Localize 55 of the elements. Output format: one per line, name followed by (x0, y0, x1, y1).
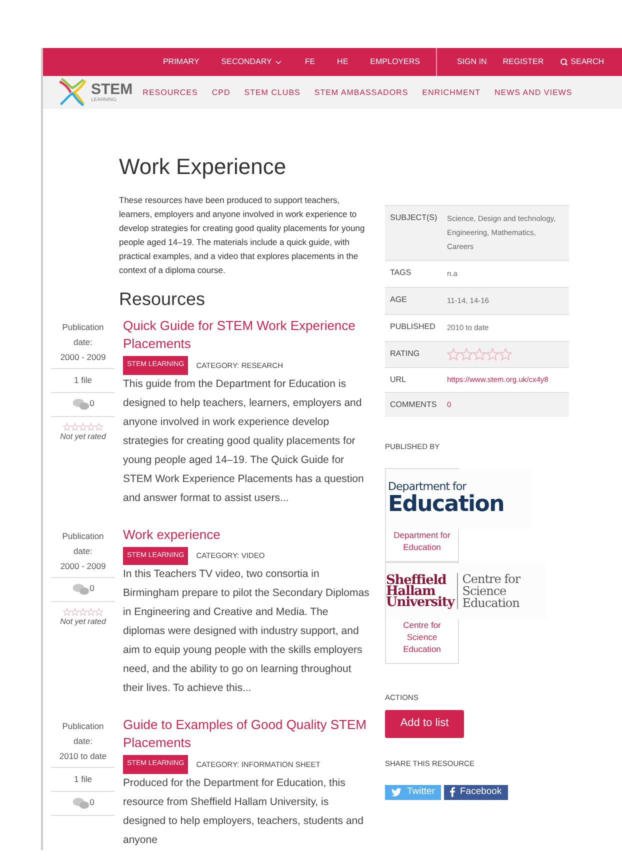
comments-icon (72, 796, 90, 810)
file-count: 1 file (74, 773, 92, 786)
resource-title[interactable]: Work experience (123, 526, 373, 544)
bird-icon (391, 788, 402, 797)
resource-title[interactable]: Guide to Examples of Good Quality STEM Placements (123, 716, 373, 752)
file-count: 1 file (74, 374, 92, 387)
publication-date: 2000 - 2009 (59, 351, 107, 364)
detail-label: RATING (390, 348, 421, 360)
detail-label: TAGS (390, 267, 412, 279)
logo-icon (57, 77, 88, 108)
publication-date-label: Publication date: (61, 720, 105, 748)
comment-count: 0 (90, 582, 94, 592)
top-nav-link[interactable]: SECONDARY (221, 56, 283, 68)
search-link[interactable]: SEARCH (560, 56, 604, 68)
resources-heading: Resources (119, 288, 206, 311)
comment-count: 0 (90, 398, 94, 408)
resource-description: In this Teachers TV video, two consortia in Birmingham prepare to pilot the Secondary Diplomas in Engineering and Creative and Media. The diplomas were designed with industry support, and aim to equip young people with the skills employers need, and the ability to go on learning throughout their lives. To achieve this... (123, 567, 370, 696)
account-link[interactable]: REGISTER (502, 56, 544, 68)
account-link[interactable]: SIGN IN (456, 56, 487, 68)
main-nav-link[interactable]: STEM AMBASSADORS (314, 86, 408, 98)
detail-label: SUBJECT(S) (390, 212, 438, 224)
rating-text: Not yet rated (60, 430, 106, 443)
search-icon (560, 58, 568, 66)
detail-label: AGE (390, 294, 408, 306)
page-title: Work Experience (119, 153, 288, 181)
f-logo-icon (450, 787, 455, 798)
comments-icon (72, 582, 90, 596)
publisher-link[interactable]: Department for Education (386, 529, 458, 554)
main-nav-link[interactable]: CPD (212, 86, 230, 98)
logo-text: STEM (91, 82, 133, 97)
main-nav-link[interactable]: NEWS AND VIEWS (494, 86, 572, 98)
top-nav-link[interactable]: EMPLOYERS (370, 56, 420, 68)
resource-description: Produced for the Department for Education, this resource from Sheffield Hallam University, is designed to help employers, teachers, students and anyone (123, 776, 364, 848)
detail-label: URL (390, 374, 408, 386)
detail-label: COMMENTS (390, 399, 438, 411)
resource-description: This guide from the Department for Education is designed to help teachers, learners, employers and anyone involved in work experience develop strategies for creating good quality placements for young people aged 14–19. The Quick Guide for STEM Work Experience Placements has a question and answer format to assist users... (123, 376, 365, 506)
publication-date-label: Publication date: (61, 321, 105, 349)
main-nav-link[interactable]: RESOURCES (142, 86, 198, 98)
share-button[interactable]: Facebook (444, 784, 508, 800)
publication-date: 2000 - 2009 (59, 560, 107, 572)
top-nav-link[interactable]: FE (304, 56, 316, 68)
publication-date-label: Publication date: (61, 530, 105, 558)
detail-label: PUBLISHED (390, 321, 436, 333)
comments-icon (72, 398, 90, 411)
top-nav-link[interactable]: HE (337, 56, 348, 68)
main-nav-link[interactable]: STEM CLUBS (244, 86, 300, 98)
add-to-list-button[interactable]: Add to list (385, 710, 464, 738)
publisher-link[interactable]: Centre for Science Education (386, 619, 458, 656)
main-nav-link[interactable]: ENRICHMENT (422, 86, 481, 98)
publication-date: 2010 to date (58, 750, 108, 763)
intro-text: These resources have been produced to support teachers, learners, employers and anyone involved in work experience to develop strategies for creating good quality placements for young people aged 14–19. The materials include a quick guide, with practical examples, and a video that explores placements in the context of a diploma course. (119, 194, 366, 277)
resource-title[interactable]: Quick Guide for STEM Work Experience Placements (123, 317, 373, 353)
rating-text: Not yet rated (60, 616, 106, 628)
top-nav-link[interactable]: PRIMARY (162, 56, 200, 68)
comment-count: 0 (90, 796, 94, 807)
